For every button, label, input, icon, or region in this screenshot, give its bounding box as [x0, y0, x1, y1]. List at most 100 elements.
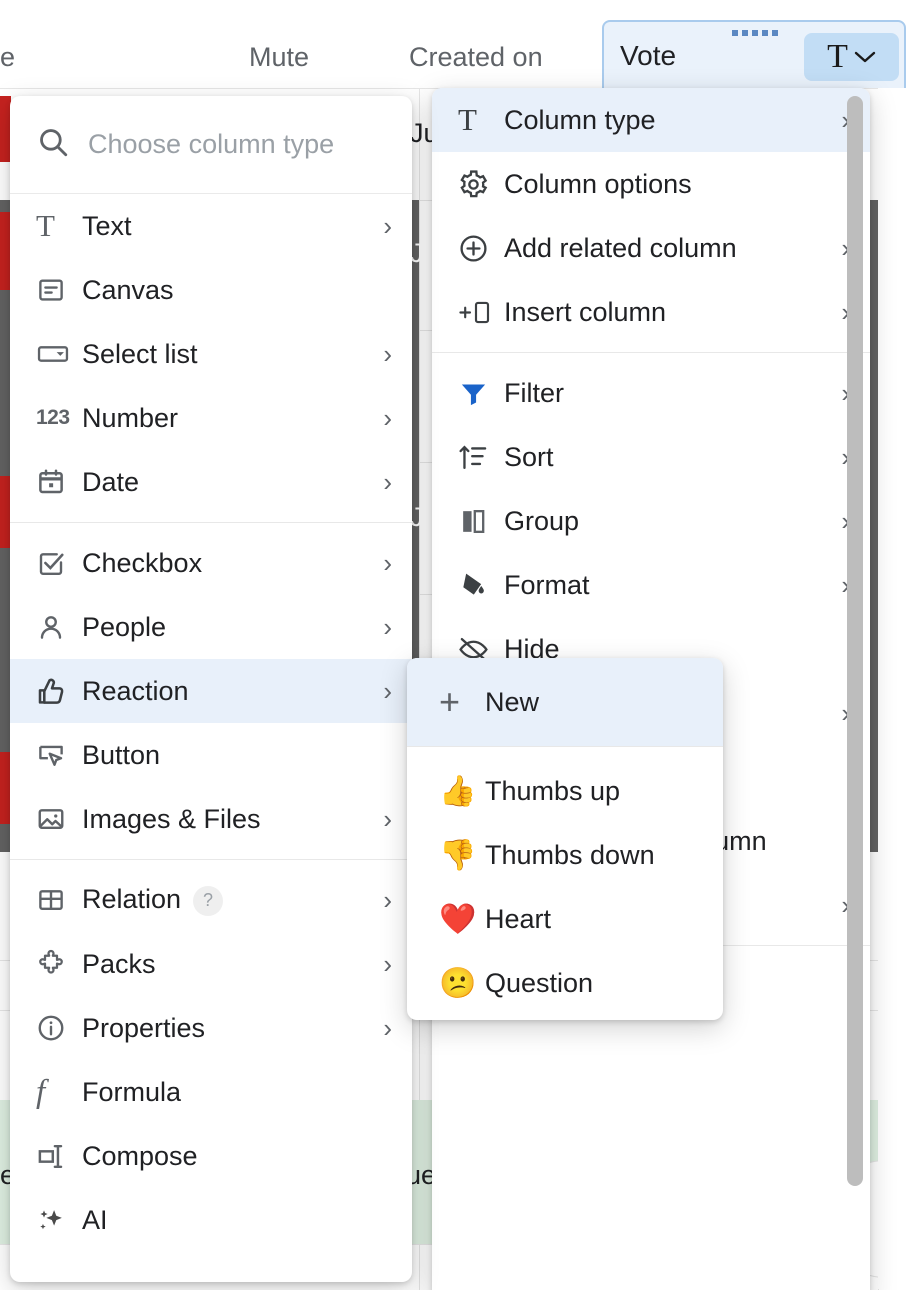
- column-type-button[interactable]: Button: [10, 723, 412, 787]
- heart-emoji-icon: ❤️: [439, 902, 485, 937]
- column-type-ai[interactable]: AI: [10, 1188, 412, 1252]
- table-icon: [36, 881, 82, 919]
- menu-item-label: Group: [504, 506, 831, 537]
- chevron-right-icon: ›: [383, 550, 392, 576]
- menu-item-insert-column[interactable]: Insert column ›: [432, 280, 870, 344]
- selected-column-header-vote[interactable]: Vote T: [602, 20, 906, 88]
- chevron-right-icon: ›: [383, 887, 392, 913]
- compose-icon: [36, 1137, 82, 1175]
- thumbs-up-outline-icon: [36, 672, 82, 710]
- number-icon: 123: [36, 399, 82, 437]
- menu-item-label: Reaction: [82, 676, 373, 707]
- column-type-select-list[interactable]: Select list ›: [10, 322, 412, 386]
- column-type-formula[interactable]: f Formula: [10, 1060, 412, 1124]
- insert-column-icon: [458, 293, 504, 331]
- calendar-icon: [36, 463, 82, 501]
- column-type-reaction[interactable]: Reaction ›: [10, 659, 412, 723]
- text-type-icon: T: [36, 207, 82, 245]
- column-type-search-row[interactable]: [10, 96, 412, 194]
- search-input[interactable]: [88, 129, 388, 160]
- menu-item-label: Number: [82, 403, 373, 434]
- menu-item-label: Heart: [485, 904, 703, 935]
- menu-item-label: New: [485, 687, 703, 718]
- column-header-created-on[interactable]: Created on: [409, 42, 543, 73]
- checkbox-icon: [36, 544, 82, 582]
- reaction-option-thumbs-down[interactable]: 👎 Thumbs down: [407, 823, 723, 887]
- menu-scrollbar[interactable]: [847, 96, 863, 1186]
- filter-icon: [458, 374, 504, 412]
- text-type-icon: T: [458, 101, 504, 139]
- canvas-icon: [36, 271, 82, 309]
- column-header-mute[interactable]: Mute: [249, 42, 309, 73]
- column-type-packs[interactable]: Packs ›: [10, 932, 412, 996]
- reaction-option-heart[interactable]: ❤️ Heart: [407, 887, 723, 951]
- column-type-properties[interactable]: Properties ›: [10, 996, 412, 1060]
- info-icon: [36, 1009, 82, 1047]
- menu-item-label: Date: [82, 467, 373, 498]
- column-type-people[interactable]: People ›: [10, 595, 412, 659]
- help-badge[interactable]: ?: [193, 886, 223, 916]
- chevron-right-icon: ›: [383, 469, 392, 495]
- gear-icon: [458, 165, 504, 203]
- menu-item-filter[interactable]: Filter ›: [432, 361, 870, 425]
- format-paint-icon: [458, 566, 504, 604]
- menu-item-label: Checkbox: [82, 548, 373, 579]
- sparkle-icon: [36, 1201, 82, 1239]
- image-icon: [36, 800, 82, 838]
- column-type-button[interactable]: T: [804, 33, 899, 81]
- menu-item-label: Insert column: [504, 297, 831, 328]
- menu-item-label: Format: [504, 570, 831, 601]
- menu-item-label: Add related column: [504, 233, 831, 264]
- menu-item-label: Packs: [82, 949, 373, 980]
- menu-item-column-type[interactable]: T Column type ›: [432, 88, 870, 152]
- chevron-right-icon: ›: [383, 213, 392, 239]
- puzzle-icon: [36, 945, 82, 983]
- menu-item-label: Thumbs down: [485, 840, 703, 871]
- button-click-icon: [36, 736, 82, 774]
- drag-handle-icon[interactable]: [732, 30, 778, 36]
- menu-divider: [10, 522, 412, 523]
- chevron-right-icon: ›: [383, 341, 392, 367]
- chevron-right-icon: ›: [383, 951, 392, 977]
- group-icon: [458, 502, 504, 540]
- menu-item-add-related-column[interactable]: Add related column ›: [432, 216, 870, 280]
- reaction-options-submenu[interactable]: + New 👍 Thumbs up 👎 Thumbs down ❤️ Heart…: [407, 658, 723, 1020]
- chevron-right-icon: ›: [383, 614, 392, 640]
- person-icon: [36, 608, 82, 646]
- column-type-number[interactable]: 123 Number ›: [10, 386, 412, 450]
- column-type-picker-menu[interactable]: T Text › Canvas Select list ›: [10, 96, 412, 1282]
- column-type-date[interactable]: Date ›: [10, 450, 412, 514]
- thumbs-down-emoji-icon: 👎: [439, 838, 485, 873]
- reaction-option-question[interactable]: 😕 Question: [407, 951, 723, 1015]
- menu-item-label: Sort: [504, 442, 831, 473]
- sort-icon: [458, 438, 504, 476]
- column-header-name[interactable]: e: [0, 42, 15, 73]
- chevron-right-icon: ›: [383, 806, 392, 832]
- search-icon: [36, 125, 70, 164]
- chevron-right-icon: ›: [383, 1015, 392, 1041]
- reaction-option-thumbs-up[interactable]: 👍 Thumbs up: [407, 759, 723, 823]
- select-list-icon: [36, 335, 82, 373]
- menu-item-label: Column type: [504, 105, 831, 136]
- menu-item-label: Question: [485, 968, 703, 999]
- menu-item-label: Column options: [504, 169, 850, 200]
- menu-item-group[interactable]: Group ›: [432, 489, 870, 553]
- thumbs-up-emoji-icon: 👍: [439, 774, 485, 809]
- column-type-relation[interactable]: Relation? ›: [10, 868, 412, 932]
- right-gutter: [878, 1, 906, 1289]
- column-type-compose[interactable]: Compose: [10, 1124, 412, 1188]
- column-type-canvas[interactable]: Canvas: [10, 258, 412, 322]
- menu-item-format[interactable]: Format ›: [432, 553, 870, 617]
- reaction-new-option[interactable]: + New: [407, 658, 723, 746]
- column-type-text[interactable]: T Text ›: [10, 194, 412, 258]
- column-type-images-files[interactable]: Images & Files ›: [10, 787, 412, 851]
- menu-item-label: Compose: [82, 1141, 392, 1172]
- column-type-checkbox[interactable]: Checkbox ›: [10, 531, 412, 595]
- menu-item-label: Properties: [82, 1013, 373, 1044]
- menu-item-label: People: [82, 612, 373, 643]
- chevron-down-icon: [854, 50, 876, 64]
- menu-item-sort[interactable]: Sort ›: [432, 425, 870, 489]
- menu-item-column-options[interactable]: Column options: [432, 152, 870, 216]
- chevron-right-icon: ›: [383, 405, 392, 431]
- selected-column-label: Vote: [620, 40, 676, 72]
